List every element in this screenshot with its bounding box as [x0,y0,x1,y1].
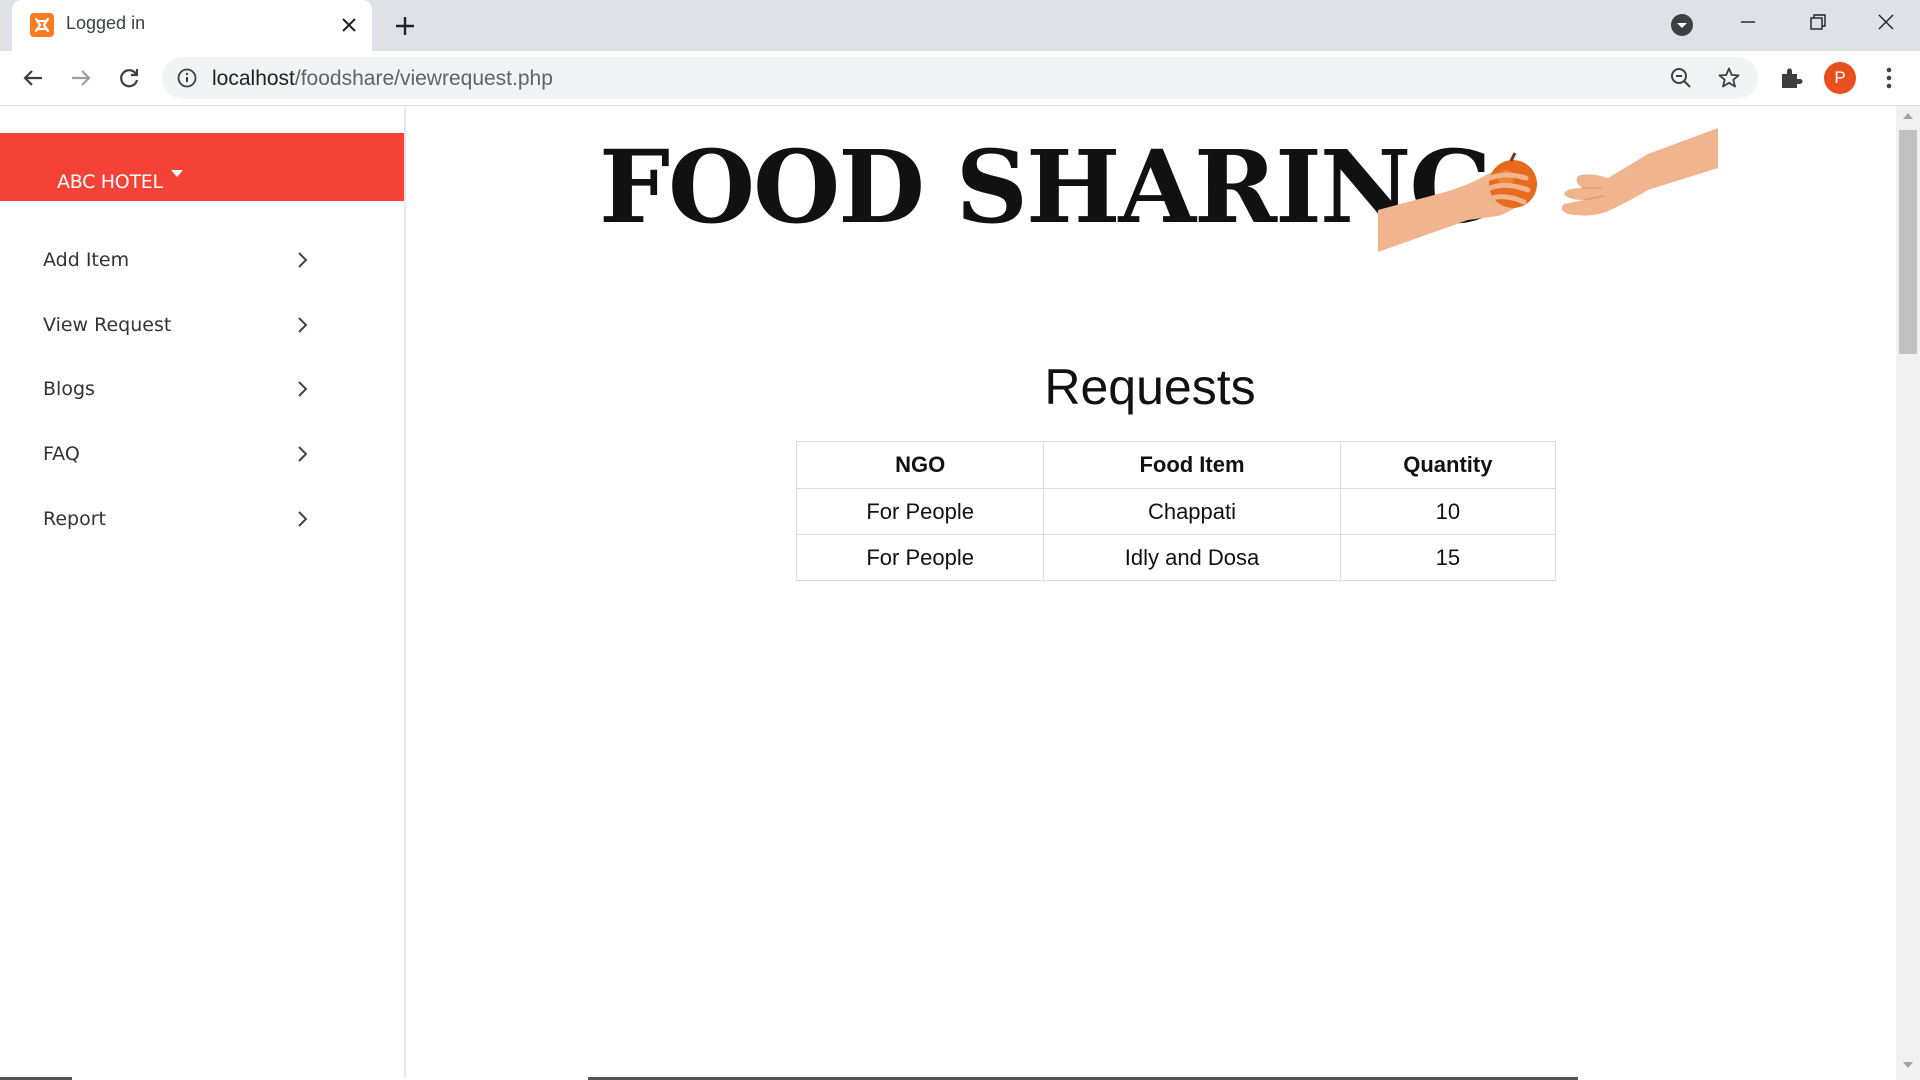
close-tab-icon[interactable] [338,14,360,36]
sidebar-header: ABC HOTEL [0,133,404,201]
browser-toolbar: localhost/foodshare/viewrequest.php [0,51,1920,106]
caret-down-icon[interactable] [171,170,183,177]
scroll-down-arrow-icon[interactable] [1903,1062,1913,1068]
sidebar-item-faq[interactable]: FAQ [0,425,404,485]
tab-title: Logged in [66,13,146,33]
sidebar-item-label: Report [43,508,106,530]
zoom-out-icon[interactable] [1669,66,1693,90]
chevron-right-icon [298,317,308,333]
chevron-right-icon [298,446,308,462]
browser-tab-strip: Logged in [0,0,1920,51]
cell-food-item: Chappati [1043,488,1341,535]
hands-sharing-apple-image [1378,128,1718,252]
extensions-puzzle-icon[interactable] [1778,65,1804,91]
brand-dropdown[interactable]: ABC HOTEL [57,171,163,193]
restore-icon[interactable] [1806,10,1830,34]
new-tab-icon[interactable] [392,13,418,39]
cell-ngo: For People [795,534,1045,581]
cell-food-item: Idly and Dosa [1043,534,1341,581]
address-bar[interactable]: localhost/foodshare/viewrequest.php [162,57,1758,99]
sidebar-item-label: Add Item [43,249,130,271]
scroll-up-arrow-icon[interactable] [1903,113,1913,119]
forward-arrow-icon[interactable] [68,65,94,91]
url-path: /foodshare/viewrequest.php [294,67,553,90]
tab-search-icon[interactable] [1670,13,1694,37]
back-arrow-icon[interactable] [20,65,46,91]
table-row: For People Chappati 10 [795,488,1557,535]
url-host: localhost [212,67,295,90]
requests-heading: Requests [1044,359,1256,415]
bookmark-star-icon[interactable] [1717,66,1741,90]
sidebar-item-blogs[interactable]: Blogs [0,360,404,420]
sidebar-item-label: Blogs [43,378,95,400]
xampp-icon [30,13,54,37]
cell-quantity: 10 [1339,488,1557,535]
sidebar-item-view-request[interactable]: View Request [0,296,404,356]
reload-icon[interactable] [116,65,142,91]
chevron-right-icon [298,252,308,268]
scrollbar-thumb[interactable] [1899,130,1917,354]
table-header-row: NGO Food Item Quantity [795,441,1557,489]
close-window-icon[interactable] [1874,10,1898,34]
cell-ngo: For People [795,488,1045,535]
sidebar-item-add-item[interactable]: Add Item [0,231,404,291]
browser-menu-icon[interactable] [1876,65,1902,91]
site-info-icon[interactable] [176,67,198,89]
chevron-right-icon [298,511,308,527]
url-text[interactable]: localhost/foodshare/viewrequest.php [212,67,553,91]
column-header-ngo: NGO [795,441,1045,489]
column-header-food-item: Food Item [1043,441,1341,489]
page-title: FOOD SHARING [599,128,1495,246]
vertical-scrollbar[interactable] [1896,106,1920,1080]
minimize-icon[interactable] [1736,10,1760,34]
requests-table: NGO Food Item Quantity For People Chappa… [795,441,1557,581]
profile-avatar[interactable]: P [1824,62,1856,94]
table-row: For People Idly and Dosa 15 [795,534,1557,581]
sidebar-item-label: FAQ [43,443,80,465]
cell-quantity: 15 [1339,534,1557,581]
sidebar: ABC HOTEL Add Item View Request Blogs FA… [0,106,406,1078]
browser-tab[interactable]: Logged in [12,0,372,51]
column-header-quantity: Quantity [1339,441,1557,489]
sidebar-item-report[interactable]: Report [0,490,404,550]
chevron-right-icon [298,381,308,397]
sidebar-item-label: View Request [43,314,172,336]
